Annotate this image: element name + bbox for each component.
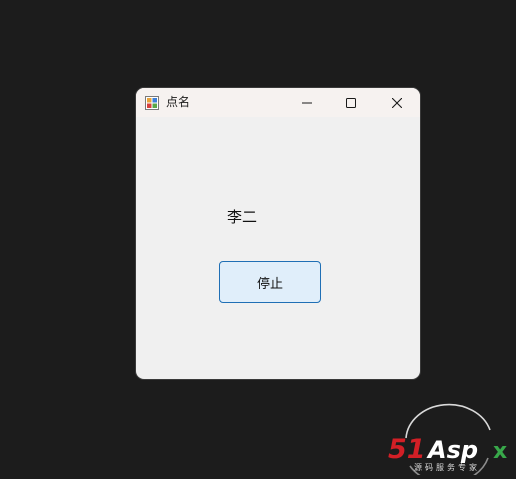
maximize-icon bbox=[346, 93, 356, 112]
stop-button-label: 停止 bbox=[256, 276, 283, 292]
maximize-button[interactable] bbox=[328, 88, 374, 117]
watermark-subtitle: 源码服务专家 bbox=[414, 462, 480, 472]
watermark-number: 51 bbox=[388, 434, 426, 465]
minimize-button[interactable] bbox=[284, 88, 330, 117]
minimize-icon bbox=[302, 93, 312, 112]
watermark-x: x bbox=[493, 439, 507, 464]
watermark-logo: 51 Asp x 源码服务专家 bbox=[386, 400, 516, 479]
close-icon bbox=[391, 93, 403, 112]
window-title: 点名 bbox=[166, 95, 191, 109]
watermark-text: Asp bbox=[426, 436, 478, 464]
title-bar[interactable]: 点名 bbox=[136, 88, 420, 117]
close-button[interactable] bbox=[374, 88, 420, 117]
stop-button[interactable]: 停止 bbox=[219, 261, 321, 303]
app-icon bbox=[145, 95, 159, 110]
watermark-logo-graphic: 51 Asp x 源码服务专家 bbox=[388, 403, 507, 479]
app-window: 点名 李二 停止 bbox=[136, 88, 420, 379]
name-label: 李二 bbox=[227, 208, 258, 226]
